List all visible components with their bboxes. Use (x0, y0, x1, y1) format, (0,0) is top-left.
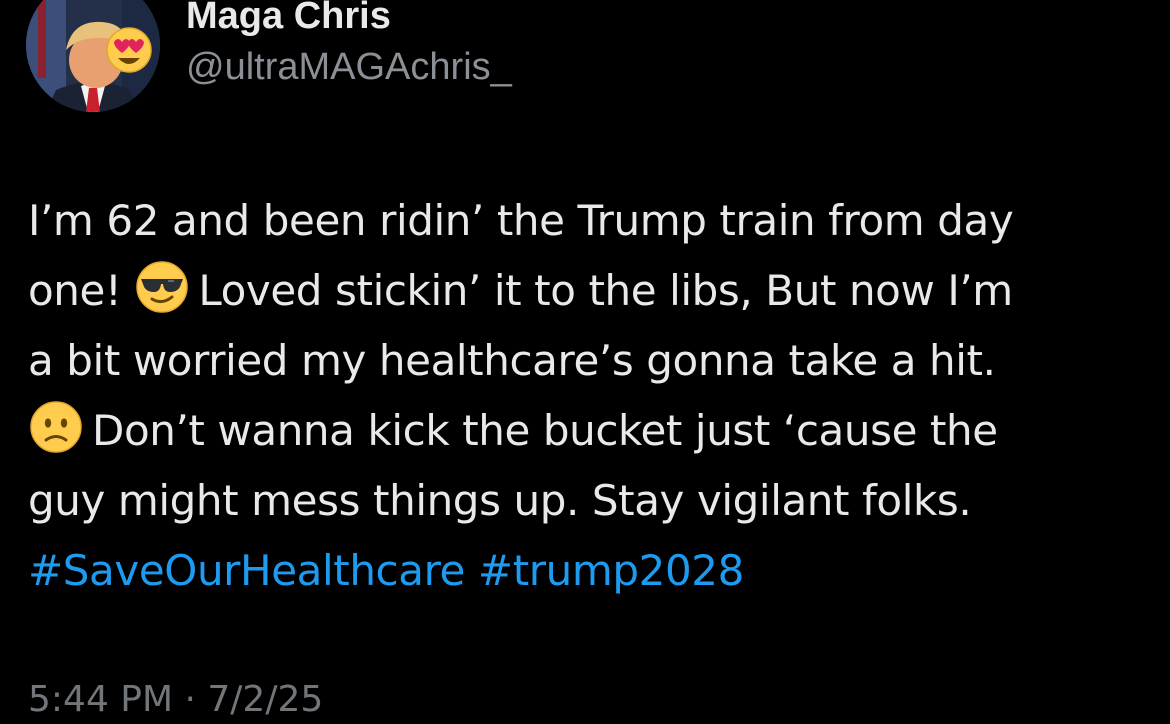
tweet-timestamp[interactable]: 5:44 PM · 7/2/25 (28, 676, 323, 724)
hashtag-link[interactable]: #SaveOurHealthcare (28, 546, 465, 595)
author-handle[interactable]: @ultraMAGAchris_ (186, 47, 512, 87)
tweet-line-4: Don’t wanna kick the bucket just ‘cause … (28, 396, 1148, 466)
tweet-line-3: a bit worried my healthcare’s gonna take… (28, 326, 1148, 396)
tweet-line-2-prefix: one! (28, 266, 122, 315)
avatar-photo-icon (26, 0, 160, 112)
tweet-line-1-text: I’m 62 and been ridin’ the Trump train f… (28, 196, 1014, 245)
slightly-frowning-face-emoji-icon (28, 399, 84, 455)
author-info: Maga Chris @ultraMAGAchris_ (186, 0, 512, 87)
tweet-hashtags: #SaveOurHealthcare #trump2028 (28, 536, 1148, 606)
author-display-name[interactable]: Maga Chris (186, 0, 512, 44)
tweet-line-5-text: guy might mess things up. Stay vigilant … (28, 476, 972, 525)
tweet-line-4-text: Don’t wanna kick the bucket just ‘cause … (92, 406, 998, 455)
tweet-line-5: guy might mess things up. Stay vigilant … (28, 466, 1148, 536)
tweet-line-1: I’m 62 and been ridin’ the Trump train f… (28, 186, 1148, 256)
avatar[interactable] (26, 0, 160, 112)
tweet-line-2-text: Loved stickin’ it to the libs, But now I… (198, 266, 1013, 315)
tweet-line-3-text: a bit worried my healthcare’s gonna take… (28, 336, 996, 385)
tweet-line-2: one! Loved stickin’ it to the libs, But … (28, 256, 1148, 326)
sunglasses-face-emoji-icon (134, 259, 190, 315)
tweet-text: I’m 62 and been ridin’ the Trump train f… (28, 186, 1148, 606)
hashtag-link[interactable]: #trump2028 (478, 546, 744, 595)
